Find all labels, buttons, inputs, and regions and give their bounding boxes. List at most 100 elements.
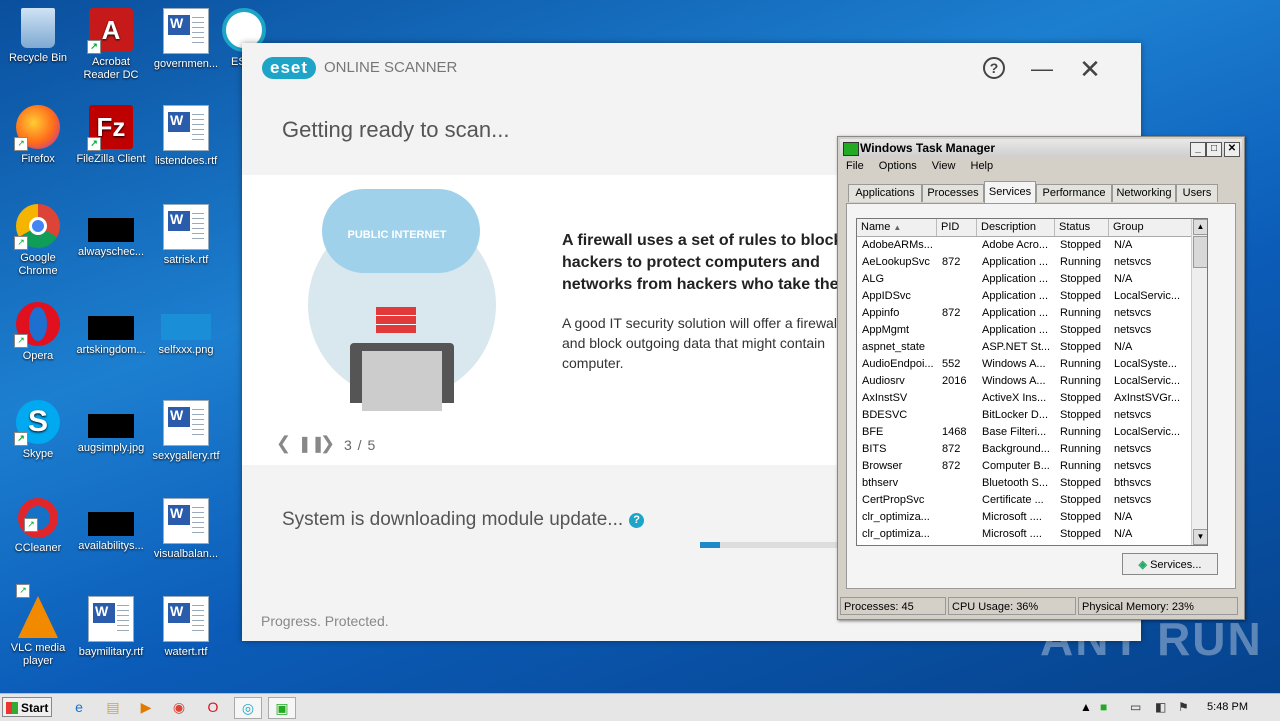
desktop-icon-filezilla[interactable]: Fz ↗ FileZilla Client xyxy=(73,105,149,166)
table-row[interactable]: AeLookupSvc 872 Application ... Running nets… xyxy=(857,254,1192,271)
table-cell: Stopped xyxy=(1060,409,1101,421)
tray-volume-icon[interactable]: ◧ xyxy=(1155,697,1166,717)
desktop-icon-augsimply[interactable]: augsimply.jpg xyxy=(73,400,149,455)
tm-close-button[interactable]: ✕ xyxy=(1224,142,1240,157)
table-row[interactable]: BITS 872 Background... Running netsvcs xyxy=(857,441,1192,458)
acrobat-icon: A ↗ xyxy=(87,8,133,54)
clock[interactable]: 5:48 PM xyxy=(1200,694,1255,721)
start-button[interactable]: Start xyxy=(2,697,52,717)
table-row[interactable]: clr_optimiza... Microsoft .... Stopped N/A xyxy=(857,509,1192,526)
desktop-icon-chrome[interactable]: ↗ Google Chrome xyxy=(0,204,76,278)
desktop-icon-satrisk[interactable]: W satrisk.rtf xyxy=(148,204,224,267)
table-cell: Browser xyxy=(862,460,903,472)
tab-networking[interactable]: Networking xyxy=(1112,184,1176,202)
table-row[interactable]: clr_optimiza... Microsoft .... Stopped N/A xyxy=(857,526,1192,543)
table-row[interactable]: Browser 872 Computer B... Running netsvcs xyxy=(857,458,1192,475)
desktop-icon-ccleaner[interactable]: ↗ CCleaner xyxy=(0,498,76,555)
column-group[interactable]: Group xyxy=(1109,219,1193,236)
tray-taskmgr-icon[interactable]: ■ xyxy=(1100,697,1107,717)
minimize-button[interactable]: — xyxy=(1030,57,1054,81)
tab-applications[interactable]: Applications xyxy=(848,184,922,202)
table-row[interactable]: ALG Application ... Stopped N/A xyxy=(857,271,1192,288)
table-cell: LocalServic... xyxy=(1114,375,1181,387)
services-scrollbar[interactable]: ▲ ▼ xyxy=(1191,219,1207,545)
table-row[interactable]: aspnet_state ASP.NET St... Stopped N/A xyxy=(857,339,1192,356)
table-row[interactable]: BDESVC BitLocker D... Stopped netsvcs xyxy=(857,407,1192,424)
table-row[interactable]: AxInstSV ActiveX Ins... Stopped AxInstSVGr.… xyxy=(857,390,1192,407)
column-name[interactable]: Name ▲ xyxy=(857,219,937,236)
table-row[interactable]: Appinfo 872 Application ... Running netsvcs xyxy=(857,305,1192,322)
table-row[interactable]: AppIDSvc Application ... Stopped LocalServi… xyxy=(857,288,1192,305)
tab-performance[interactable]: Performance xyxy=(1036,184,1112,202)
column-status[interactable]: Status xyxy=(1055,219,1109,236)
desktop-icon-skype[interactable]: S ↗ Skype xyxy=(0,400,76,461)
desktop-icon-recycle-bin[interactable]: Recycle Bin xyxy=(0,8,76,65)
close-button[interactable]: ✕ xyxy=(1078,56,1102,82)
chrome-taskbar-icon[interactable]: ◉ xyxy=(166,697,192,717)
menu-help[interactable]: Help xyxy=(971,160,994,172)
menu-options[interactable]: Options xyxy=(879,160,917,172)
table-cell: LocalServic... xyxy=(1114,290,1181,302)
table-cell: N/A xyxy=(1114,528,1133,540)
tab-services[interactable]: Services xyxy=(984,181,1036,203)
blank-file-icon xyxy=(88,512,134,536)
menu-file[interactable]: File xyxy=(846,160,864,172)
table-cell: Stopped xyxy=(1060,324,1101,336)
ie-taskbar-icon[interactable]: e xyxy=(66,697,92,717)
tray-flag-icon[interactable]: ⚑ xyxy=(1178,697,1189,717)
desktop-icon-vlc[interactable]: ↗ VLC media player xyxy=(0,584,76,668)
table-cell: N/A xyxy=(1114,239,1133,251)
table-row[interactable]: BFE 1468 Base Filteri... Running LocalServic… xyxy=(857,424,1192,441)
table-row[interactable]: AudioEndpoi... 552 Windows A... Running Loca… xyxy=(857,356,1192,373)
desktop-icon-visualbalan[interactable]: W visualbalan... xyxy=(148,498,224,561)
desktop-icon-selfxxx[interactable]: selfxxx.png xyxy=(148,302,224,357)
column-pid[interactable]: PID xyxy=(937,219,977,236)
table-cell xyxy=(937,390,977,407)
table-row[interactable]: bthserv Bluetooth S... Stopped bthsvcs xyxy=(857,475,1192,492)
table-cell xyxy=(937,339,977,356)
desktop-icon-acrobat[interactable]: A ↗ Acrobat Reader DC xyxy=(73,8,149,82)
task-manager-titlebar[interactable]: Windows Task Manager _ □ ✕ xyxy=(840,139,1242,157)
previous-slide-button[interactable]: ❮ xyxy=(276,433,291,454)
desktop-icon-artskingdom[interactable]: artskingdom... xyxy=(73,302,149,357)
tm-minimize-button[interactable]: _ xyxy=(1190,142,1206,157)
table-row[interactable]: AdobeARMs... Adobe Acro... Stopped N/A xyxy=(857,237,1192,254)
tm-maximize-button[interactable]: □ xyxy=(1206,142,1222,157)
services-button[interactable]: ◈ Services... xyxy=(1122,553,1218,575)
taskbar: Start e ▤ ▶ ◉ O ◎ ▣ ▲ ■ ▭ ◧ ⚑ 5:48 PM xyxy=(0,693,1280,721)
desktop-icon-availabilitys[interactable]: availabilitys... xyxy=(73,498,149,553)
table-cell: Running xyxy=(1060,426,1101,438)
scroll-thumb[interactable] xyxy=(1193,236,1207,268)
desktop-icon-governmen[interactable]: W governmen... xyxy=(148,8,224,71)
column-description[interactable]: Description xyxy=(977,219,1055,236)
scroll-down-button[interactable]: ▼ xyxy=(1193,529,1207,545)
media-player-taskbar-icon[interactable]: ▶ xyxy=(133,697,159,717)
status-processes: Processes: 45 xyxy=(840,597,946,615)
explorer-taskbar-icon[interactable]: ▤ xyxy=(100,697,126,717)
tab-processes[interactable]: Processes xyxy=(922,184,984,202)
desktop-icon-firefox[interactable]: ↗ Firefox xyxy=(0,105,76,166)
table-row[interactable]: Audiosrv 2016 Windows A... Running LocalServ… xyxy=(857,373,1192,390)
eset-taskbar-icon[interactable]: ◎ xyxy=(234,697,262,719)
footer-tagline: Progress. Protected. xyxy=(261,613,389,629)
task-manager-taskbar-icon[interactable]: ▣ xyxy=(268,697,296,719)
desktop-icon-sexygallery[interactable]: W sexygallery.rtf xyxy=(148,400,224,463)
table-row[interactable]: CertPropSvc Certificate ... Stopped netsvcs xyxy=(857,492,1192,509)
table-cell: clr_optimiza... xyxy=(862,528,930,540)
next-slide-button[interactable]: ❯ xyxy=(320,433,335,454)
tray-network-icon[interactable]: ▭ xyxy=(1130,697,1141,717)
desktop-icon-baymilitary[interactable]: W baymilitary.rtf xyxy=(73,596,149,659)
desktop-icon-alwayschec[interactable]: alwayschec... xyxy=(73,204,149,259)
help-button[interactable]: ? xyxy=(983,57,1005,79)
desktop-icon-watert[interactable]: W watert.rtf xyxy=(148,596,224,659)
desktop-icon-opera[interactable]: ↗ Opera xyxy=(0,302,76,363)
services-list[interactable]: Name ▲ PID Description Status Group Adob… xyxy=(856,218,1208,546)
info-icon[interactable]: ? xyxy=(629,513,645,528)
menu-view[interactable]: View xyxy=(932,160,956,172)
scroll-up-button[interactable]: ▲ xyxy=(1193,219,1207,235)
tab-users[interactable]: Users xyxy=(1176,184,1218,202)
opera-taskbar-icon[interactable]: O xyxy=(200,697,226,717)
table-row[interactable]: AppMgmt Application ... Stopped netsvcs xyxy=(857,322,1192,339)
desktop-icon-listendoes[interactable]: W listendoes.rtf xyxy=(148,105,224,168)
tray-expand-icon[interactable]: ▲ xyxy=(1080,697,1092,717)
